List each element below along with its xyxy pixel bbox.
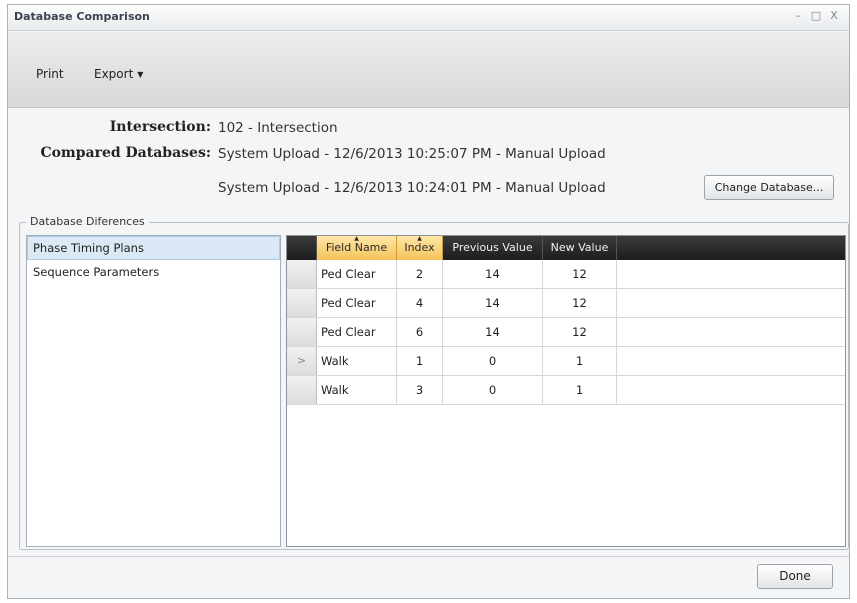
table-row[interactable]: Walk 3 0 1 [287,376,845,405]
cell-field-name: Ped Clear [317,260,397,288]
export-button-label: Export [94,67,134,81]
window-controls: – □ X [791,9,841,23]
cell-previous-value: 14 [443,289,543,317]
chevron-down-icon: ▼ [137,70,144,79]
cell-index: 3 [397,376,443,404]
category-item-phase-timing-plans[interactable]: Phase Timing Plans [27,236,280,260]
intersection-value: 102 - Intersection [218,120,338,136]
cell-index: 1 [397,347,443,375]
compared-database-1: System Upload - 12/6/2013 10:25:07 PM - … [218,146,606,162]
grid-header: ▲ Field Name ▲ Index Previous Value New … [287,236,845,260]
comparison-info: Intersection: 102 - Intersection Compare… [8,109,849,209]
database-differences-legend: Database Diferences [26,215,149,228]
table-row[interactable]: Ped Clear 6 14 12 [287,318,845,347]
compared-database-2: System Upload - 12/6/2013 10:24:01 PM - … [218,180,606,196]
row-selector[interactable] [287,260,317,288]
sort-ascending-icon: ▲ [354,236,359,242]
cell-new-value: 1 [543,347,617,375]
cell-field-name: Walk [317,376,397,404]
toolbar: Print Export ▼ [8,32,849,108]
cell-index: 6 [397,318,443,346]
close-icon[interactable]: X [827,9,841,23]
row-selector[interactable] [287,376,317,404]
cell-new-value: 12 [543,318,617,346]
cell-previous-value: 0 [443,347,543,375]
cell-index: 2 [397,260,443,288]
column-header-field-name[interactable]: ▲ Field Name [317,236,397,260]
minimize-icon[interactable]: – [791,9,805,23]
differences-grid: ▲ Field Name ▲ Index Previous Value New … [286,235,846,547]
maximize-icon[interactable]: □ [809,9,823,23]
cell-new-value: 1 [543,376,617,404]
category-list: Phase Timing Plans Sequence Parameters [26,235,281,547]
column-header-label: Field Name [325,241,388,254]
change-database-button[interactable]: Change Database... [704,175,834,200]
column-header-index[interactable]: ▲ Index [397,236,443,260]
cell-filler [617,318,845,346]
print-button-label: Print [36,67,64,81]
footer-divider [8,556,849,557]
cell-filler [617,289,845,317]
table-row[interactable]: Ped Clear 2 14 12 [287,260,845,289]
grid-body: Ped Clear 2 14 12 Ped Clear 4 14 12 Ped … [287,260,845,405]
database-differences-group: Database Diferences Phase Timing Plans S… [19,215,849,550]
export-button[interactable]: Export ▼ [90,65,147,83]
compared-databases-label: Compared Databases: [40,145,211,161]
sort-ascending-icon: ▲ [417,236,422,242]
table-row[interactable]: Ped Clear 4 14 12 [287,289,845,318]
row-selector[interactable] [287,318,317,346]
cell-field-name: Walk [317,347,397,375]
cell-previous-value: 0 [443,376,543,404]
cell-filler [617,347,845,375]
header-filler [617,236,845,260]
column-header-new-value[interactable]: New Value [543,236,617,260]
print-button[interactable]: Print [32,65,68,83]
cell-new-value: 12 [543,260,617,288]
cell-filler [617,260,845,288]
window-title: Database Comparison [14,10,150,23]
cell-field-name: Ped Clear [317,289,397,317]
cell-previous-value: 14 [443,260,543,288]
column-header-previous-value[interactable]: Previous Value [443,236,543,260]
cell-new-value: 12 [543,289,617,317]
row-selector-header [287,236,317,260]
table-row[interactable]: > Walk 1 0 1 [287,347,845,376]
row-selector[interactable] [287,289,317,317]
done-button[interactable]: Done [757,564,833,589]
cell-filler [617,376,845,404]
row-selector[interactable]: > [287,347,317,375]
intersection-label: Intersection: [109,119,211,135]
category-item-sequence-parameters[interactable]: Sequence Parameters [27,260,280,284]
cell-field-name: Ped Clear [317,318,397,346]
title-bar[interactable]: Database Comparison – □ X [8,5,849,31]
cell-previous-value: 14 [443,318,543,346]
cell-index: 4 [397,289,443,317]
column-header-label: Index [404,241,435,254]
